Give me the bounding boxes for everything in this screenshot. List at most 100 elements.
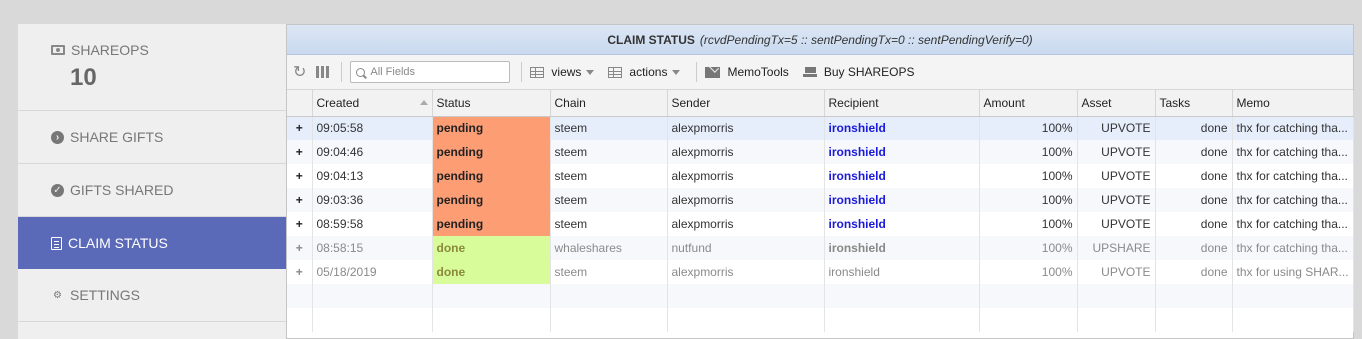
expand-row-button[interactable]: +	[287, 140, 313, 164]
col-memo[interactable]: Memo	[1232, 90, 1354, 117]
cell-status: pending	[432, 140, 551, 164]
cell-status: pending	[432, 164, 551, 188]
table-row[interactable]: +05/18/2019 done steem alexpmorris ironshiel…	[287, 260, 1354, 284]
cell-tasks: done	[1155, 236, 1233, 260]
sidebar-item-gifts-shared[interactable]: ✓ GIFTS SHARED	[18, 164, 286, 217]
shareops-stat: SHAREOPS 10	[18, 24, 286, 111]
money-icon	[51, 45, 65, 55]
cell-recipient[interactable]: ironshield	[824, 116, 980, 140]
caret-down-icon	[672, 69, 681, 75]
views-button[interactable]: views	[530, 65, 595, 79]
cell-tasks: done	[1155, 164, 1233, 188]
search-input[interactable]	[370, 66, 501, 78]
cell-status: pending	[432, 116, 551, 140]
sidebar-item-label: GIFTS SHARED	[70, 182, 174, 198]
cell-status: done	[432, 260, 551, 284]
cell-tasks: done	[1155, 212, 1233, 236]
cell-amount: 100%	[979, 188, 1078, 212]
expand-row-button[interactable]: +	[287, 188, 313, 212]
cell-memo: thx for catching tha...	[1232, 164, 1354, 188]
cell-recipient[interactable]: ironshield	[824, 140, 980, 164]
sort-asc-icon	[419, 100, 428, 105]
sidebar-item-label: CLAIM STATUS	[68, 235, 168, 251]
claims-table: Created Status Chain Sender Recipient Am…	[287, 90, 1354, 332]
col-asset[interactable]: Asset	[1077, 90, 1156, 117]
cell-status: pending	[432, 212, 551, 236]
expand-row-button[interactable]: +	[287, 116, 313, 140]
empty-row	[287, 308, 1354, 332]
grid-icon	[530, 66, 545, 78]
columns-icon[interactable]	[316, 66, 330, 78]
col-amount[interactable]: Amount	[979, 90, 1078, 117]
table-row[interactable]: +09:03:36 pending steem alexpmorris ironshie…	[287, 188, 1354, 212]
cell-sender: alexpmorris	[667, 260, 825, 284]
cell-sender: alexpmorris	[667, 116, 825, 140]
cell-memo: thx for catching tha...	[1232, 116, 1354, 140]
cell-asset: UPVOTE	[1077, 260, 1156, 284]
cell-recipient[interactable]: ironshield	[824, 260, 980, 284]
expand-row-button[interactable]: +	[287, 164, 313, 188]
cell-recipient[interactable]: ironshield	[824, 164, 980, 188]
table-row[interactable]: +09:04:13 pending steem alexpmorris ironshie…	[287, 164, 1354, 188]
cell-amount: 100%	[979, 140, 1078, 164]
cell-memo: thx for catching tha...	[1232, 212, 1354, 236]
toolbar-divider	[521, 62, 523, 82]
panel-subtitle: (rcvdPendingTx=5 :: sentPendingTx=0 :: s…	[699, 32, 1033, 47]
sidebar-item-settings[interactable]: ⚙ SETTINGS	[18, 269, 286, 322]
col-status[interactable]: Status	[432, 90, 551, 117]
toolbar-divider	[341, 62, 343, 82]
cell-chain: steem	[550, 260, 668, 284]
cell-asset: UPVOTE	[1077, 116, 1156, 140]
col-expand	[287, 90, 313, 117]
cell-recipient[interactable]: ironshield	[824, 188, 980, 212]
cell-tasks: done	[1155, 116, 1233, 140]
cell-created: 09:04:13	[312, 164, 433, 188]
search-field[interactable]	[350, 61, 511, 83]
cell-amount: 100%	[979, 164, 1078, 188]
table-row[interactable]: +08:59:58 pending steem alexpmorris ironshie…	[287, 212, 1354, 236]
grid-icon	[608, 66, 623, 78]
cell-created: 08:58:15	[312, 236, 433, 260]
cell-tasks: done	[1155, 188, 1233, 212]
col-created[interactable]: Created	[312, 90, 433, 117]
cell-status: done	[432, 236, 551, 260]
col-chain[interactable]: Chain	[550, 90, 668, 117]
col-sender[interactable]: Sender	[667, 90, 825, 117]
sidebar-item-share-gifts[interactable]: › SHARE GIFTS	[18, 111, 286, 164]
sidebar-item-claim-status[interactable]: CLAIM STATUS	[18, 217, 286, 269]
cell-sender: alexpmorris	[667, 188, 825, 212]
cell-status: pending	[432, 188, 551, 212]
expand-row-button[interactable]: +	[287, 236, 313, 260]
cell-chain: whaleshares	[550, 236, 668, 260]
cell-chain: steem	[550, 140, 668, 164]
shareops-value: 10	[70, 64, 97, 91]
cell-chain: steem	[550, 212, 668, 236]
col-recipient[interactable]: Recipient	[824, 90, 980, 117]
search-icon	[356, 67, 366, 77]
cell-tasks: done	[1155, 140, 1233, 164]
check-circle-icon: ✓	[51, 183, 64, 197]
actions-button[interactable]: actions	[608, 65, 681, 79]
cell-amount: 100%	[979, 236, 1078, 260]
expand-row-button[interactable]: +	[287, 260, 313, 284]
sidebar-item-label: SETTINGS	[70, 287, 141, 303]
memotools-button[interactable]: MemoTools	[705, 65, 789, 79]
expand-row-button[interactable]: +	[287, 212, 313, 236]
table-header-row: Created Status Chain Sender Recipient Am…	[287, 90, 1354, 117]
refresh-icon[interactable]: ↻	[293, 62, 306, 82]
cell-recipient[interactable]: ironshield	[824, 236, 980, 260]
gears-icon: ⚙	[53, 289, 62, 301]
cell-recipient[interactable]: ironshield	[824, 212, 980, 236]
panel-header: CLAIM STATUS (rcvdPendingTx=5 :: sentPen…	[287, 25, 1353, 55]
buy-shareops-button[interactable]: Buy SHAREOPS	[802, 65, 915, 79]
cell-asset: UPVOTE	[1077, 164, 1156, 188]
toolbar-divider	[696, 62, 698, 82]
cell-chain: steem	[550, 116, 668, 140]
table-row[interactable]: +09:05:58 pending steem alexpmorris ironshie…	[287, 116, 1354, 140]
shareops-label: SHAREOPS	[71, 42, 149, 58]
table-row[interactable]: +09:04:46 pending steem alexpmorris ironshie…	[287, 140, 1354, 164]
table-row[interactable]: +08:58:15 done whaleshares nutfund ironshiel…	[287, 236, 1354, 260]
cell-created: 09:03:36	[312, 188, 433, 212]
cell-created: 08:59:58	[312, 212, 433, 236]
col-tasks[interactable]: Tasks	[1155, 90, 1233, 117]
